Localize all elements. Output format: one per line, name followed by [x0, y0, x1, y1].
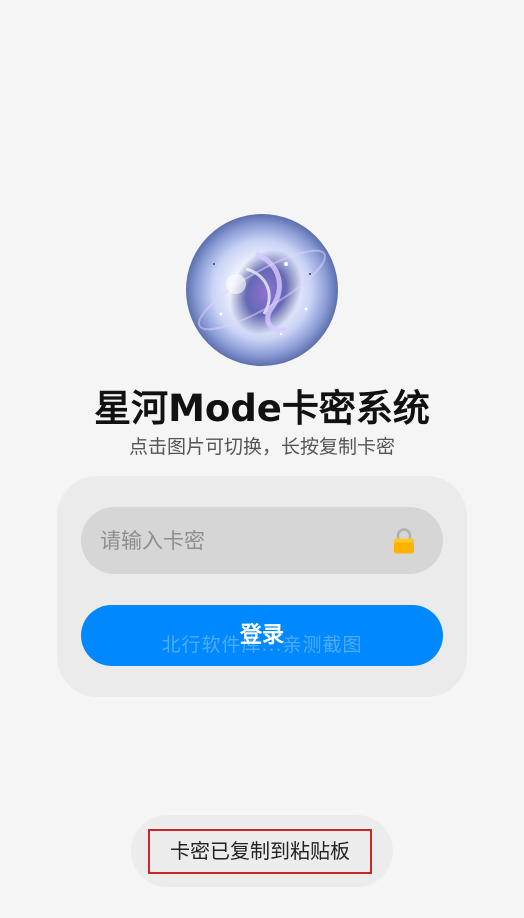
toast-message: 卡密已复制到粘贴板	[170, 839, 350, 863]
galaxy-logo-icon[interactable]	[186, 214, 338, 366]
login-button[interactable]: 登录	[81, 605, 443, 666]
card-key-input[interactable]	[81, 507, 443, 574]
app-title: 星河Mode卡密系统	[94, 387, 430, 430]
card-key-field	[81, 507, 443, 574]
lock-icon	[393, 528, 415, 554]
app-subtitle: 点击图片可切换，长按复制卡密	[128, 436, 395, 458]
